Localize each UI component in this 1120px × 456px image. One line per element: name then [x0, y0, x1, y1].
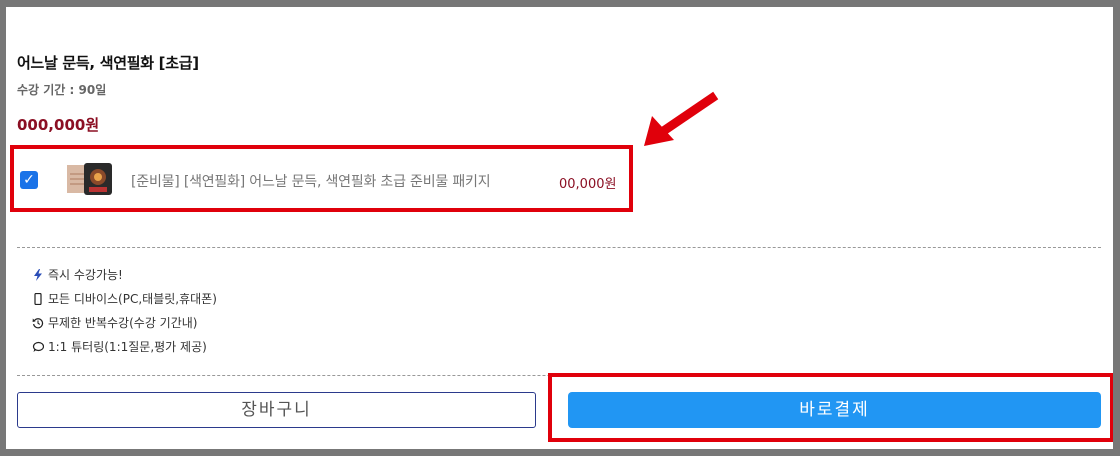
course-price: 000,000원 [17, 116, 100, 134]
lightning-icon [34, 268, 42, 281]
package-name: [준비물] [색연필화] 어느날 문득, 색연필화 초급 준비물 패키지 [131, 174, 491, 190]
history-icon [32, 317, 44, 328]
feature-instant: 즉시 수강가능! [32, 266, 123, 283]
feature-unlimited: 무제한 반복수강(수강 기간내) [32, 314, 197, 331]
red-arrow-icon [644, 91, 719, 146]
divider [17, 247, 1101, 248]
package-checkbox[interactable]: ✓ [20, 171, 38, 189]
chat-icon [32, 341, 44, 352]
course-title: 어느날 문득, 색연필화 [초급] [17, 54, 199, 72]
feature-label: 모든 디바이스(PC,태블릿,휴대폰) [48, 292, 217, 306]
course-period: 수강 기간 : 90일 [17, 83, 107, 97]
mobile-icon [34, 292, 42, 305]
highlight-box-buy [548, 373, 1114, 442]
cart-button[interactable]: 장바구니 [17, 392, 536, 428]
package-price: 00,000원 [559, 177, 617, 192]
package-thumbnail [67, 163, 112, 195]
feature-tutoring: 1:1 튜터링(1:1질문,평가 제공) [32, 338, 207, 355]
feature-label: 즉시 수강가능! [48, 268, 123, 282]
feature-devices: 모든 디바이스(PC,태블릿,휴대폰) [32, 290, 217, 307]
feature-label: 1:1 튜터링(1:1질문,평가 제공) [48, 340, 207, 354]
feature-label: 무제한 반복수강(수강 기간내) [48, 316, 198, 330]
